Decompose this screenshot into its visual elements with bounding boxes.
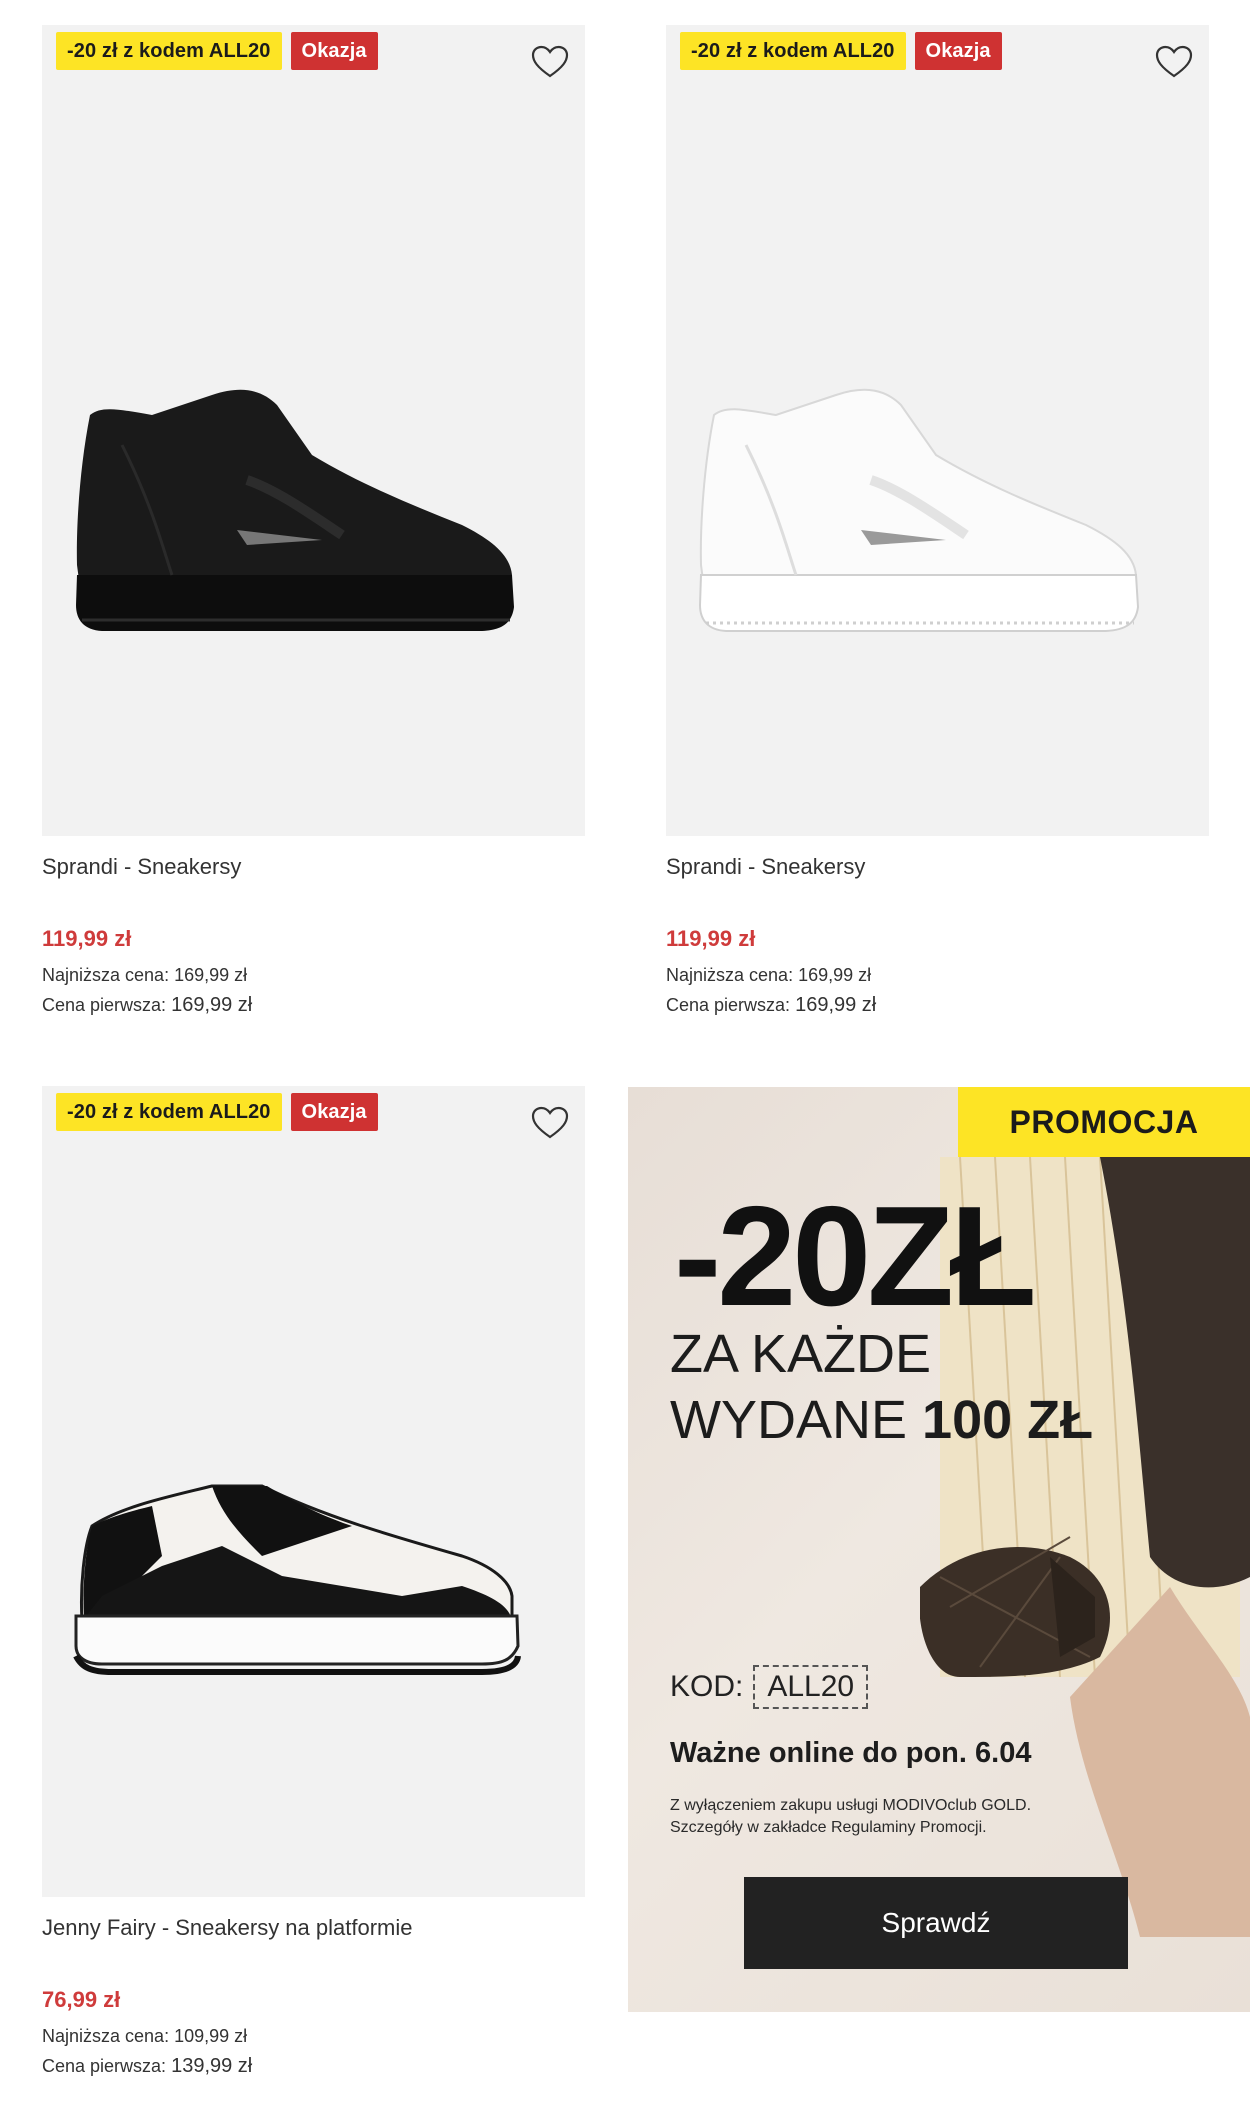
white-hightop-sneaker-image: [698, 388, 1140, 632]
original-price-label: Cena pierwsza:: [42, 2056, 167, 2076]
heart-icon[interactable]: [1155, 45, 1193, 79]
product-image[interactable]: -20 zł z kodem ALL20 Okazja: [42, 25, 585, 836]
original-price-label: Cena pierwsza:: [666, 995, 791, 1015]
check-button[interactable]: Sprawdź: [744, 1877, 1128, 1969]
promo-amount: -20ZŁ: [674, 1177, 1037, 1336]
original-price-value: 139,99 zł: [171, 2055, 253, 2077]
promo-code-label: KOD:: [670, 1670, 744, 1703]
original-price-value: 169,99 zł: [795, 994, 877, 1016]
product-image[interactable]: -20 zł z kodem ALL20 Okazja: [42, 1086, 585, 1897]
discount-code-badge: -20 zł z kodem ALL20: [680, 32, 906, 70]
heart-icon[interactable]: [531, 45, 569, 79]
promo-validity: Ważne online do pon. 6.04: [670, 1737, 1032, 1769]
product-name[interactable]: Sprandi - Sneakersy: [42, 852, 585, 882]
promo-tag: PROMOCJA: [958, 1087, 1250, 1157]
lowest-price-label: Najniższa cena:: [666, 965, 794, 985]
deal-badge: Okazja: [290, 1093, 378, 1131]
product-price: 119,99 zł: [666, 926, 756, 951]
deal-badge: Okazja: [290, 32, 378, 70]
promo-line-2-amount: 100 ZŁ: [922, 1390, 1094, 1450]
lowest-price-label: Najniższa cena:: [42, 965, 170, 985]
deal-badge: Okazja: [914, 32, 1002, 70]
discount-code-badge: -20 zł z kodem ALL20: [56, 32, 282, 70]
product-name[interactable]: Jenny Fairy - Sneakersy na platformie: [42, 1913, 585, 1943]
lowest-price-label: Najniższa cena:: [42, 2026, 170, 2046]
promo-line-2-prefix: WYDANE: [670, 1390, 923, 1450]
original-price-label: Cena pierwsza:: [42, 995, 167, 1015]
heart-icon[interactable]: [531, 1106, 569, 1140]
promo-banner[interactable]: PROMOCJA -20ZŁ ZA KAŻDE WYDANE 100 ZŁ KO…: [628, 1087, 1250, 2012]
product-card[interactable]: -20 zł z kodem ALL20 Okazja Sprandi - Sn…: [666, 25, 1209, 1020]
product-name[interactable]: Sprandi - Sneakersy: [666, 852, 1209, 882]
promo-line-2: WYDANE 100 ZŁ: [670, 1389, 1093, 1451]
promo-fine-line-1: Z wyłączeniem zakupu usługi MODIVOclub G…: [670, 1797, 1032, 1814]
product-price: 119,99 zł: [42, 926, 132, 951]
lowest-price-value: 109,99 zł: [174, 2026, 248, 2046]
product-card[interactable]: -20 zł z kodem ALL20 Okazja Sprandi - Sn…: [42, 25, 585, 1020]
black-hightop-sneaker-image: [76, 389, 514, 631]
promo-code[interactable]: ALL20: [753, 1665, 869, 1709]
product-price: 76,99 zł: [42, 1987, 121, 2012]
product-card[interactable]: -20 zł z kodem ALL20 Okazja Jenny Fairy …: [42, 1086, 585, 2081]
lowest-price-value: 169,99 zł: [798, 965, 872, 985]
promo-line-1: ZA KAŻDE: [670, 1324, 932, 1384]
promo-fine-print: Z wyłączeniem zakupu usługi MODIVOclub G…: [670, 1795, 1090, 1839]
original-price-value: 169,99 zł: [171, 994, 253, 1016]
promo-code-row: KOD: ALL20: [670, 1665, 869, 1709]
discount-code-badge: -20 zł z kodem ALL20: [56, 1093, 282, 1131]
black-white-lowtop-sneaker-image: [73, 1484, 521, 1675]
promo-fine-line-2: Szczegóły w zakładce Regulaminy Promocji…: [670, 1819, 987, 1836]
product-image[interactable]: -20 zł z kodem ALL20 Okazja: [666, 25, 1209, 836]
lowest-price-value: 169,99 zł: [174, 965, 248, 985]
